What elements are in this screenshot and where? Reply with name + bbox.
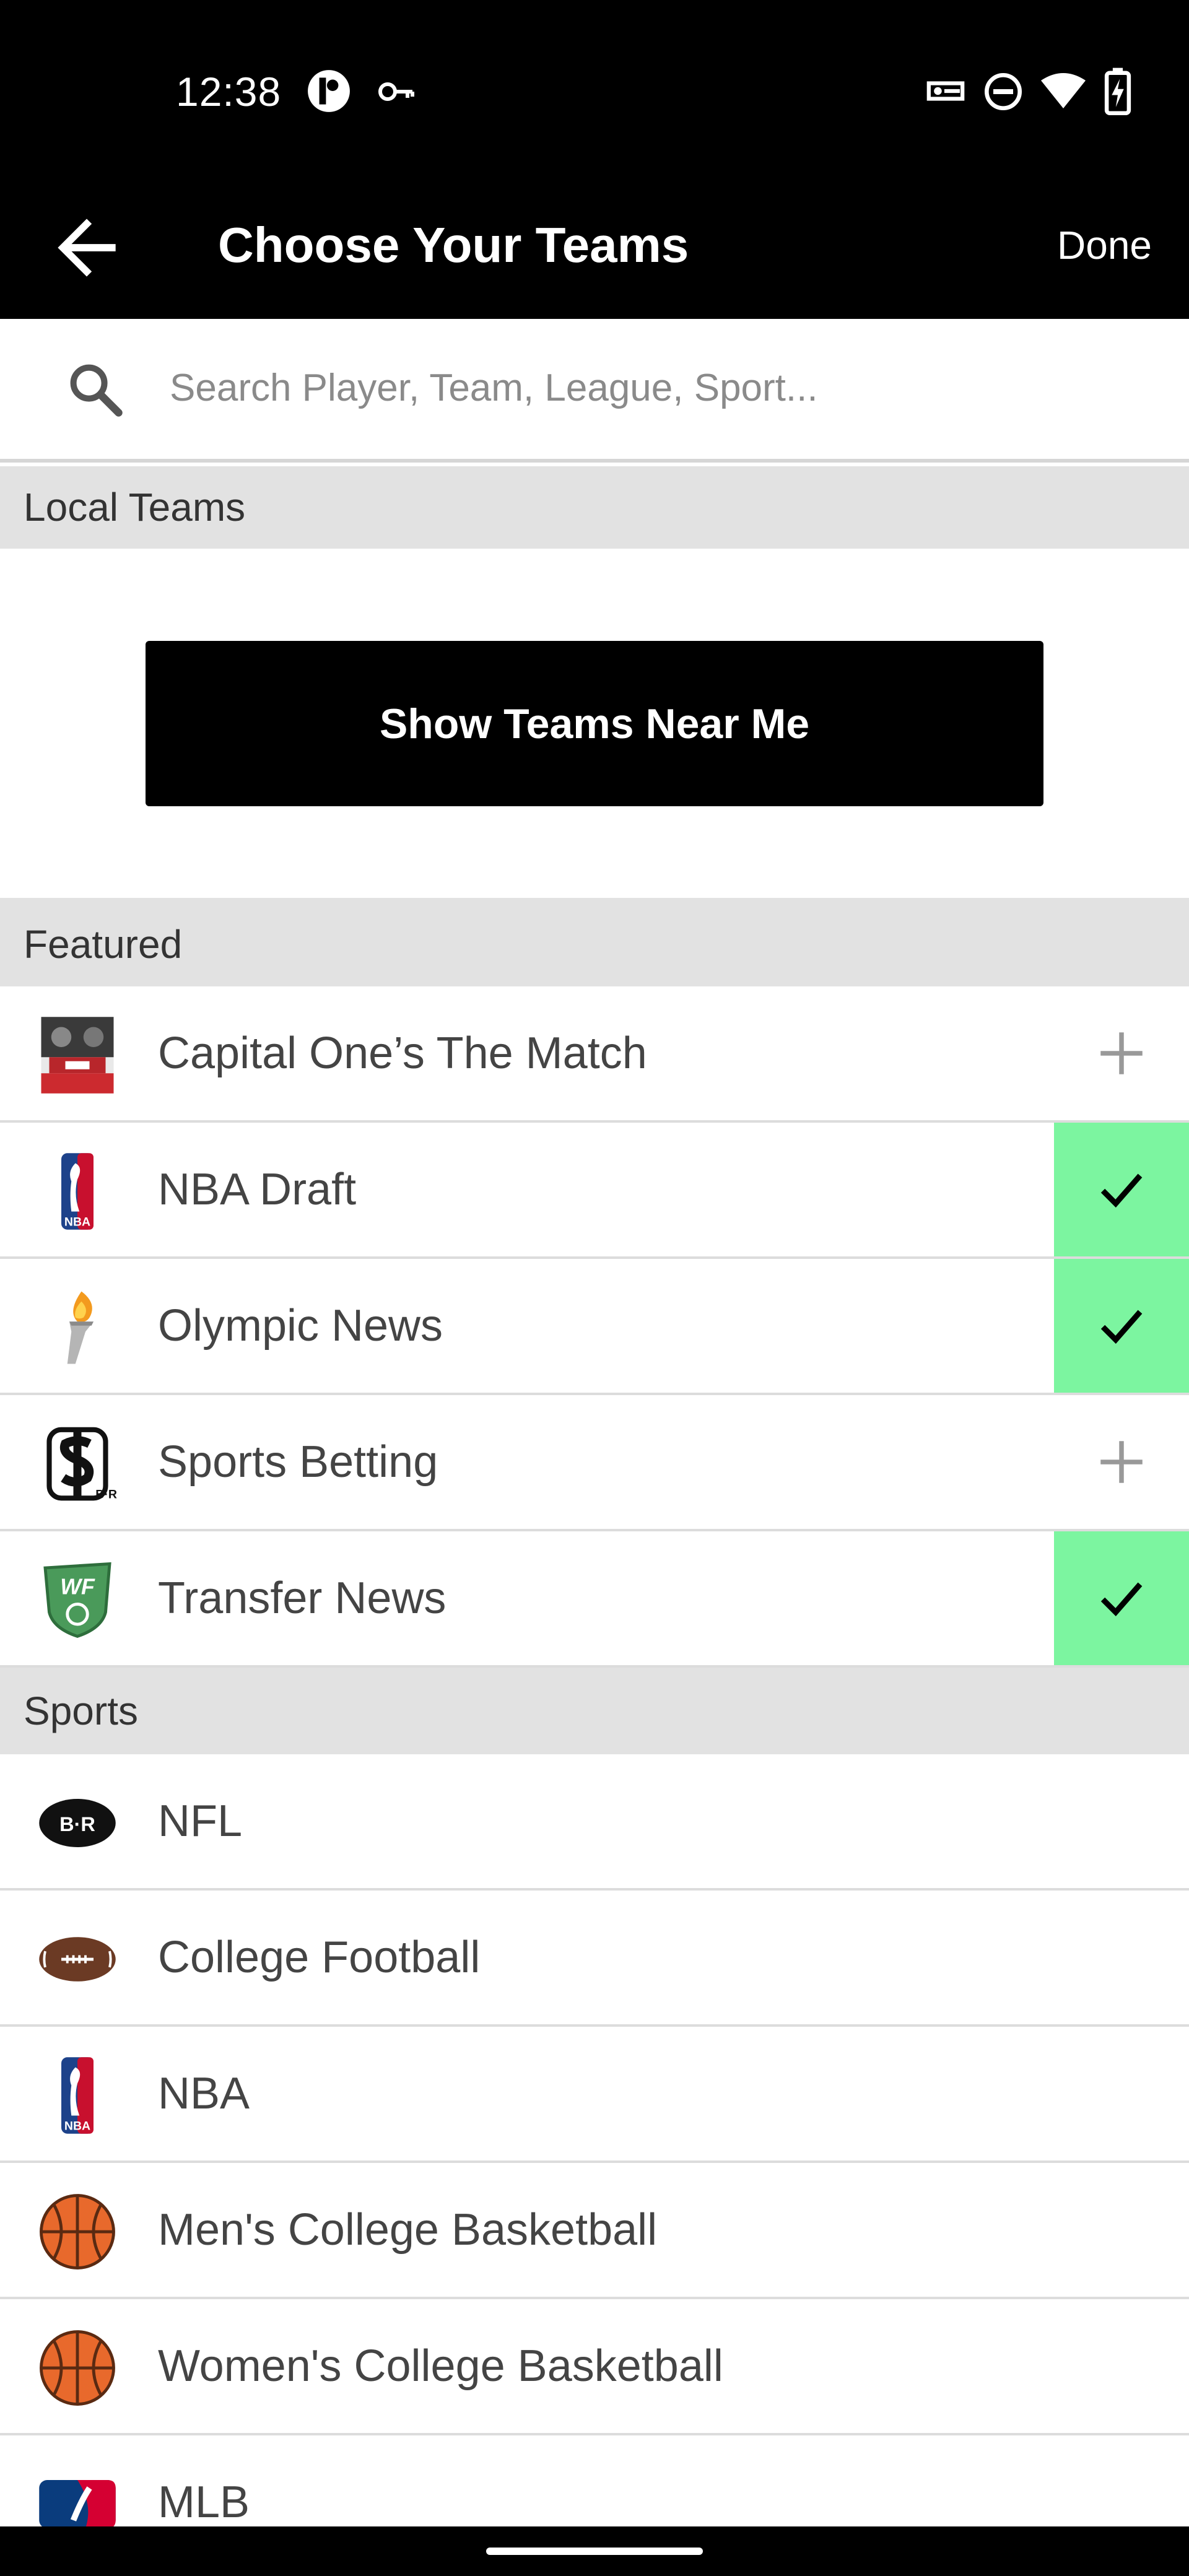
- sports-item-label: NBA: [158, 2069, 250, 2118]
- nba-logo: NBA: [61, 2057, 94, 2134]
- search-icon: [70, 364, 123, 417]
- wf-shield-logo: WF: [43, 1562, 111, 1638]
- back-button[interactable]: [43, 204, 130, 291]
- checkmark-icon: [1100, 1310, 1143, 1344]
- selected-toggle[interactable]: [1054, 1531, 1189, 1665]
- wifi-icon: [1041, 73, 1086, 108]
- app-bar: Choose Your Teams Done: [0, 186, 1189, 319]
- featured-item-label: Transfer News: [158, 1573, 446, 1623]
- status-bar: 12:38: [0, 0, 1189, 186]
- show-teams-near-me-button[interactable]: Show Teams Near Me: [146, 641, 1043, 806]
- system-navigation-bar: [0, 2526, 1189, 2576]
- svg-text:NBA: NBA: [64, 2119, 90, 2133]
- featured-item-olympic-news[interactable]: Olympic News: [0, 1259, 1189, 1395]
- vpn-key-icon-right: [926, 81, 965, 101]
- sports-item-label: Men's College Basketball: [158, 2205, 658, 2255]
- sports-item-womens-college-basketball[interactable]: Women's College Basketball: [0, 2299, 1189, 2435]
- done-button[interactable]: Done: [1057, 202, 1152, 289]
- page-title: Choose Your Teams: [218, 217, 689, 272]
- app-notification-icon: [308, 70, 350, 112]
- selected-toggle[interactable]: [1054, 1259, 1189, 1393]
- the-match-logo: [41, 1017, 114, 1094]
- section-header-sports: Sports: [0, 1668, 1189, 1754]
- checkmark-icon: [1100, 1582, 1143, 1617]
- featured-item-label: Capital One’s The Match: [158, 1029, 647, 1078]
- featured-item-nba-draft[interactable]: NBA NBA Draft: [0, 1123, 1189, 1259]
- add-toggle[interactable]: [1054, 1395, 1189, 1529]
- sports-item-nba[interactable]: NBA NBA: [0, 2027, 1189, 2163]
- sports-item-label: Women's College Basketball: [158, 2341, 723, 2391]
- featured-item-label: Olympic News: [158, 1301, 443, 1351]
- do-not-disturb-icon: [985, 73, 1022, 110]
- basketball-icon: [40, 2194, 115, 2269]
- add-toggle[interactable]: [1054, 986, 1189, 1120]
- battery-charging-icon: [1104, 67, 1131, 115]
- vpn-key-icon: [378, 82, 414, 101]
- svg-text:B·R: B·R: [95, 1487, 117, 1501]
- featured-item-sports-betting[interactable]: B·R Sports Betting: [0, 1395, 1189, 1531]
- featured-item-label: NBA Draft: [158, 1165, 357, 1214]
- search-input[interactable]: [168, 347, 1135, 428]
- selected-toggle[interactable]: [1054, 1123, 1189, 1256]
- br-football-icon: B·R: [39, 1799, 116, 1847]
- featured-item-transfer-news[interactable]: WF Transfer News: [0, 1531, 1189, 1668]
- search-bar: [0, 319, 1189, 463]
- football-icon: [39, 1937, 116, 1982]
- status-time: 12:38: [176, 69, 282, 115]
- sports-item-label: NFL: [158, 1796, 243, 1846]
- svg-text:B·R: B·R: [59, 1813, 95, 1835]
- svg-text:WF: WF: [60, 1574, 95, 1599]
- nba-logo: NBA: [61, 1153, 94, 1230]
- torch-icon: [67, 1291, 94, 1364]
- plus-icon: [1100, 1441, 1143, 1483]
- featured-item-label: Sports Betting: [158, 1437, 438, 1487]
- checkmark-icon: [1100, 1173, 1143, 1208]
- sports-item-label: College Football: [158, 1933, 481, 1982]
- sports-betting-logo: B·R: [46, 1427, 117, 1501]
- section-header-local-teams: Local Teams: [0, 466, 1189, 549]
- sports-item-nfl[interactable]: B·R NFL: [0, 1754, 1189, 1891]
- svg-text:NBA: NBA: [64, 1215, 90, 1229]
- home-gesture-handle[interactable]: [486, 2548, 703, 2555]
- section-header-featured: Featured: [0, 898, 1189, 986]
- basketball-icon: [40, 2330, 115, 2406]
- plus-icon: [1100, 1032, 1143, 1074]
- featured-item-capital-one-the-match[interactable]: Capital One’s The Match: [0, 986, 1189, 1123]
- sports-item-mens-college-basketball[interactable]: Men's College Basketball: [0, 2163, 1189, 2299]
- sports-item-college-football[interactable]: College Football: [0, 1891, 1189, 2027]
- back-arrow-icon: [58, 219, 116, 277]
